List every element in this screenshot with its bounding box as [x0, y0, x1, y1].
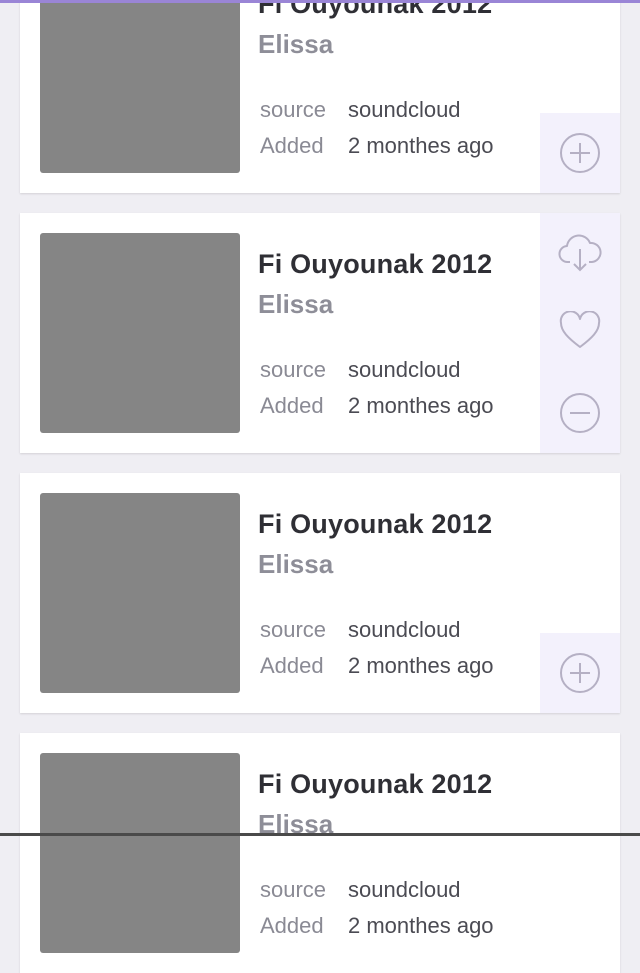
added-label: Added: [260, 913, 324, 938]
source-value: soundcloud: [348, 97, 461, 122]
source-value: soundcloud: [348, 877, 461, 902]
added-value: 2 monthes ago: [348, 913, 494, 938]
track-artist[interactable]: Elissa: [258, 549, 333, 580]
add-to-playlist-button[interactable]: [540, 633, 620, 713]
download-button[interactable]: [540, 213, 620, 293]
track-actions-panel: [540, 213, 620, 453]
track-thumbnail[interactable]: [40, 493, 240, 693]
top-accent-bar: [0, 0, 640, 3]
track-artist[interactable]: Elissa: [258, 289, 333, 320]
plus-circle-icon: [540, 113, 620, 193]
source-label: source: [260, 877, 327, 902]
source-value: soundcloud: [348, 617, 461, 642]
added-label: Added: [260, 653, 324, 678]
heart-icon: [559, 311, 601, 348]
like-button[interactable]: [540, 291, 620, 371]
track-thumbnail[interactable]: [40, 753, 240, 953]
source-value: soundcloud: [348, 357, 461, 382]
source-label: source: [260, 617, 327, 642]
track-title[interactable]: Fi Ouyounak 2012: [258, 249, 492, 280]
added-value: 2 monthes ago: [348, 653, 494, 678]
track-card[interactable]: Fi Ouyounak 2012 Elissa source soundclou…: [20, 213, 620, 453]
added-value: 2 monthes ago: [348, 133, 494, 158]
track-title[interactable]: Fi Ouyounak 2012: [258, 769, 492, 800]
added-label: Added: [260, 133, 324, 158]
plus-circle-icon: [540, 633, 620, 713]
cloud-download-icon: [558, 234, 602, 272]
remove-button[interactable]: [540, 373, 620, 453]
added-label: Added: [260, 393, 324, 418]
source-label: source: [260, 357, 327, 382]
track-thumbnail[interactable]: [40, 0, 240, 173]
track-artist[interactable]: Elissa: [258, 29, 333, 60]
source-label: source: [260, 97, 327, 122]
added-value: 2 monthes ago: [348, 393, 494, 418]
track-card[interactable]: Fi Ouyounak 2012 Elissa source soundclou…: [20, 733, 620, 973]
minus-circle-icon: [560, 393, 600, 433]
track-card[interactable]: Fi Ouyounak 2012 Elissa source soundclou…: [20, 0, 620, 193]
track-title[interactable]: Fi Ouyounak 2012: [258, 509, 492, 540]
track-title[interactable]: Fi Ouyounak 2012: [258, 0, 492, 20]
track-card[interactable]: Fi Ouyounak 2012 Elissa source soundclou…: [20, 473, 620, 713]
add-to-playlist-button[interactable]: [540, 113, 620, 193]
track-feed: Fi Ouyounak 2012 Elissa source soundclou…: [0, 0, 640, 973]
track-thumbnail[interactable]: [40, 233, 240, 433]
